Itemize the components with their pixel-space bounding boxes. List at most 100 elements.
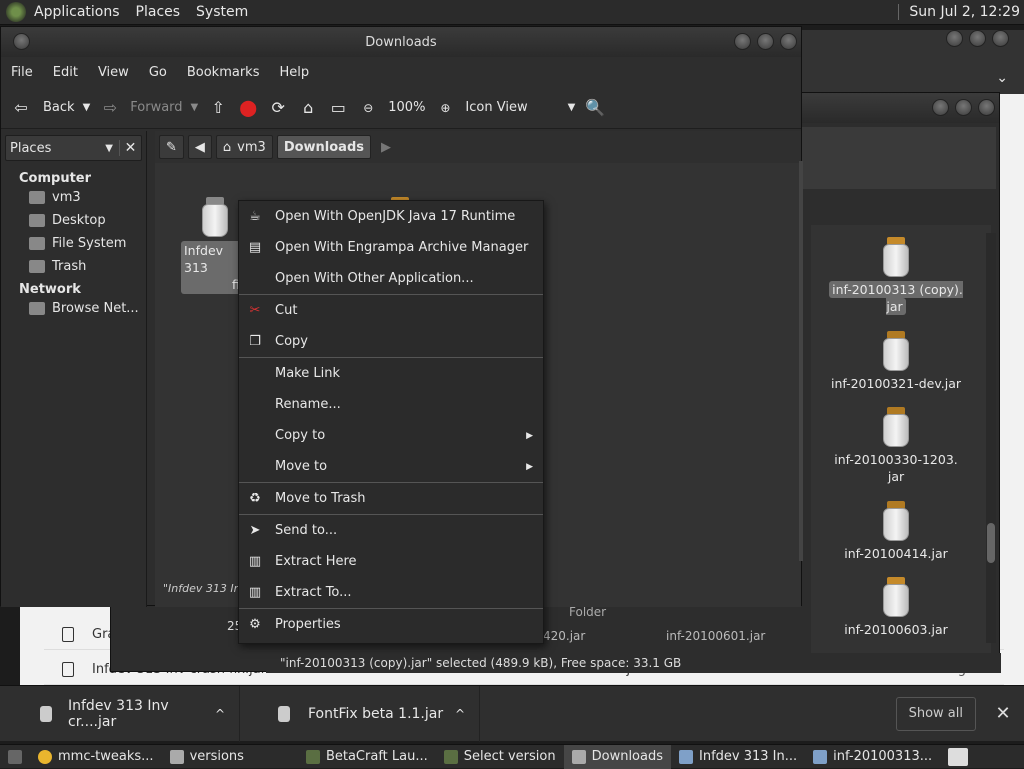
chevron-down-icon[interactable]: ▼: [105, 143, 113, 154]
workspace-switcher[interactable]: [940, 745, 982, 769]
close-icon[interactable]: ✕: [988, 703, 1018, 724]
scrollbar[interactable]: [799, 161, 803, 561]
window-title: Downloads: [365, 34, 437, 50]
back-label: Back: [43, 100, 75, 115]
chevron-down-icon[interactable]: ▼: [191, 102, 199, 113]
context-menu-item[interactable]: ☕ Open With OpenJDK Java 17 Runtime: [239, 201, 543, 232]
sidebar-selector[interactable]: Places ▼ ✕: [5, 135, 142, 161]
back-button[interactable]: ⇦ Back ▼: [11, 98, 90, 118]
context-menu-item[interactable]: ▤ Open With Engrampa Archive Manager: [239, 232, 543, 263]
zoom-out-button[interactable]: ⊖: [358, 98, 378, 118]
chevron-down-icon[interactable]: ⌄: [996, 70, 1008, 86]
trash-icon: [29, 260, 45, 273]
context-menu-item[interactable]: Copy to ▶: [239, 420, 543, 451]
scrollbar-thumb[interactable]: [987, 523, 995, 563]
scissors-icon: ✂: [249, 303, 261, 318]
menu-help[interactable]: Help: [269, 65, 319, 80]
chevron-up-icon[interactable]: ^: [455, 707, 465, 721]
menu-file[interactable]: File: [1, 65, 43, 80]
sidebar-item-label: Browse Net...: [52, 301, 139, 316]
window-menu-icon[interactable]: [13, 33, 30, 50]
path-button-vm3[interactable]: ⌂ vm3: [215, 135, 273, 159]
sidebar-item-desktop[interactable]: Desktop: [1, 209, 146, 232]
context-menu-item[interactable]: ❐ Copy: [239, 326, 543, 357]
search-button[interactable]: 🔍: [585, 98, 605, 118]
taskbar-item[interactable]: mmc-tweaks...: [30, 745, 162, 769]
close-icon[interactable]: [992, 30, 1009, 47]
menu-view[interactable]: View: [88, 65, 139, 80]
menu-applications[interactable]: Applications: [26, 4, 128, 20]
taskbar-item[interactable]: Downloads: [563, 744, 672, 769]
file-item[interactable]: inf-20100321-dev.jar: [826, 331, 966, 392]
distro-logo-icon[interactable]: [6, 2, 26, 22]
path-button-downloads[interactable]: Downloads: [276, 135, 372, 159]
download-item[interactable]: FontFix beta 1.1.jar ^: [240, 685, 480, 742]
menu-edit[interactable]: Edit: [43, 65, 88, 80]
edit-location-button[interactable]: ✎: [159, 135, 184, 159]
taskbar-item[interactable]: Select version: [436, 745, 564, 769]
show-desktop-button[interactable]: [0, 745, 30, 769]
home-button[interactable]: ⌂: [298, 98, 318, 118]
context-menu-item[interactable]: Rename...: [239, 389, 543, 420]
context-menu-item[interactable]: ▥ Extract Here: [239, 546, 543, 577]
chevron-down-icon[interactable]: ▼: [83, 102, 91, 113]
sidebar-item-label: Trash: [52, 259, 87, 274]
view-selector[interactable]: Icon View ▼: [465, 100, 575, 115]
context-menu-item[interactable]: ▥ Extract To...: [239, 577, 543, 608]
sidebar-item-vm3[interactable]: vm3: [1, 186, 146, 209]
sidebar-item-filesystem[interactable]: File System: [1, 232, 146, 255]
context-menu-item[interactable]: ⚙ Properties: [239, 609, 543, 640]
context-menu-item[interactable]: ♻ Move to Trash: [239, 483, 543, 514]
context-menu-item[interactable]: Move to ▶: [239, 451, 543, 482]
close-icon[interactable]: [978, 99, 995, 116]
zoom-level[interactable]: 100%: [388, 100, 425, 115]
maximize-icon[interactable]: [969, 30, 986, 47]
show-all-button[interactable]: Show all: [895, 696, 976, 731]
clock[interactable]: Sun Jul 2, 12:29: [909, 4, 1020, 20]
taskbar-item[interactable]: versions: [162, 745, 252, 769]
file-item[interactable]: inf-20100603.jar: [826, 577, 966, 638]
sidebar-item-trash[interactable]: Trash: [1, 255, 146, 278]
chevron-up-icon[interactable]: ^: [215, 707, 225, 721]
context-menu-item[interactable]: ✂ Cut: [239, 295, 543, 326]
maximize-icon[interactable]: [757, 33, 774, 50]
menu-places[interactable]: Places: [128, 4, 189, 20]
menu-system[interactable]: System: [188, 4, 256, 20]
scrollbar[interactable]: [986, 233, 996, 643]
file-item[interactable]: inf-20100313 (copy). jar: [826, 237, 966, 315]
close-icon[interactable]: [780, 33, 797, 50]
close-icon[interactable]: ✕: [119, 140, 141, 156]
properties-icon: ⚙: [249, 617, 261, 632]
file-item[interactable]: inf-20100330-1203. jar: [826, 407, 966, 485]
stop-button[interactable]: ⬤: [238, 98, 258, 118]
sidebar-item-network[interactable]: Browse Net...: [1, 297, 146, 320]
maximize-icon[interactable]: [955, 99, 972, 116]
menu-bookmarks[interactable]: Bookmarks: [177, 65, 270, 80]
extract-icon: ▥: [248, 554, 262, 569]
taskbar-item[interactable]: BetaCraft Lau...: [298, 745, 436, 769]
menu-go[interactable]: Go: [139, 65, 177, 80]
path-left-button[interactable]: ◀: [187, 135, 212, 159]
file-item[interactable]: inf-20100414.jar: [826, 501, 966, 562]
context-menu-item[interactable]: ➤ Send to...: [239, 515, 543, 546]
window-titlebar[interactable]: Downloads: [1, 27, 801, 57]
path-label: vm3: [237, 139, 266, 155]
forward-button[interactable]: ⇨ Forward ▼: [100, 98, 199, 118]
minimize-icon[interactable]: [946, 30, 963, 47]
up-button[interactable]: ⇧: [208, 98, 228, 118]
jar-file-icon: [881, 237, 911, 277]
menu-item-label: Move to: [275, 459, 328, 474]
path-right-icon[interactable]: ▶: [381, 140, 391, 155]
context-menu-item[interactable]: Open With Other Application...: [239, 263, 543, 294]
minimize-icon[interactable]: [932, 99, 949, 116]
minimize-icon[interactable]: [734, 33, 751, 50]
chevron-down-icon[interactable]: ▼: [568, 102, 576, 113]
zoom-in-button[interactable]: ⊕: [435, 98, 455, 118]
context-menu-item[interactable]: Make Link: [239, 358, 543, 389]
taskbar-item[interactable]: Infdev 313 In...: [671, 745, 805, 769]
icon-view[interactable]: inf-20100313 (copy). jar inf-20100321-dev…: [811, 225, 991, 665]
computer-button[interactable]: ▭: [328, 98, 348, 118]
reload-button[interactable]: ⟳: [268, 98, 288, 118]
taskbar-item[interactable]: inf-20100313...: [805, 745, 940, 769]
download-item[interactable]: Infdev 313 Inv cr....jar ^: [0, 685, 240, 742]
